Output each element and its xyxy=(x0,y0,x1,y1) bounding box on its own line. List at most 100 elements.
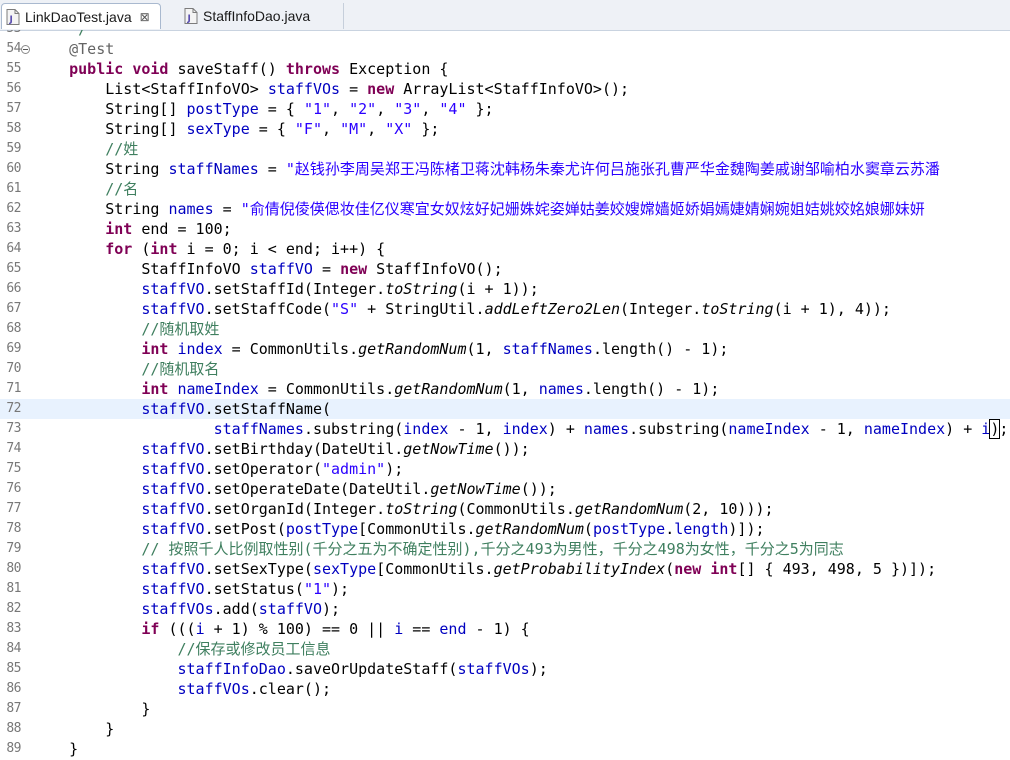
code-line[interactable]: 86 staffVOs.clear(); xyxy=(0,679,1010,699)
code-token: (i + 1), 4)); xyxy=(773,300,891,318)
code-token: staffVO xyxy=(141,300,205,318)
code-line[interactable]: 59 //姓 xyxy=(0,139,1010,159)
code-line[interactable]: 84 //保存或修改员工信息 xyxy=(0,639,1010,659)
code-token: .substring( xyxy=(629,420,729,438)
code-token: getRandomNum xyxy=(394,380,503,398)
line-number: 57 xyxy=(6,101,21,116)
code-token: .clear(); xyxy=(249,680,332,698)
code-token: public xyxy=(69,60,124,78)
code-token: "1" xyxy=(303,100,332,118)
code-token: staffVO xyxy=(141,560,205,578)
code-line[interactable]: 57 String[] postType = { "1", "2", "3", … xyxy=(0,99,1010,119)
code-token: // 按照千人比例取性别(千分之五为不确定性别),千分之493为男性，千分之49… xyxy=(141,540,844,558)
code-token: .setOrganId(Integer. xyxy=(204,500,386,518)
code-line[interactable]: 66 staffVO.setStaffId(Integer.toString(i… xyxy=(0,279,1010,299)
code-text: //随机取名 xyxy=(33,359,219,379)
code-line[interactable]: 80 staffVO.setSexType(sexType[CommonUtil… xyxy=(0,559,1010,579)
code-token: int xyxy=(141,340,169,358)
code-line[interactable]: 64 for (int i = 0; i < end; i++) { xyxy=(0,239,1010,259)
code-line[interactable]: 87 } xyxy=(0,699,1010,719)
code-text: @Test xyxy=(33,39,114,59)
code-token: ) xyxy=(989,419,1001,439)
line-number: 62 xyxy=(6,201,21,216)
code-token: int xyxy=(710,560,738,578)
code-token: .saveOrUpdateStaff( xyxy=(285,660,458,678)
code-line[interactable]: 67 staffVO.setStaffCode("S" + StringUtil… xyxy=(0,299,1010,319)
code-line[interactable]: 58 String[] sexType = { "F", "M", "X" }; xyxy=(0,119,1010,139)
code-text: if (((i + 1) % 100) == 0 || i == end - 1… xyxy=(33,619,530,639)
code-token: , xyxy=(331,100,350,118)
code-token: .setPost( xyxy=(204,520,286,538)
code-token: "2" xyxy=(349,100,377,118)
code-line[interactable]: 65 StaffInfoVO staffVO = new StaffInfoVO… xyxy=(0,259,1010,279)
code-line[interactable]: 70 //随机取名 xyxy=(0,359,1010,379)
code-line[interactable]: 53 */ xyxy=(0,30,1010,39)
code-token: int xyxy=(141,380,169,398)
code-line[interactable]: 56 List<StaffInfoVO> staffVOs = new Arra… xyxy=(0,79,1010,99)
code-line[interactable]: 63 int end = 100; xyxy=(0,219,1010,239)
code-text: staffVOs.clear(); xyxy=(33,679,332,699)
code-text: String names = "俞倩倪倰偀偲妆佳亿仪寒宜女奴炫好妃姗姝姹姿婵姑姜… xyxy=(33,199,925,219)
line-number: 77 xyxy=(6,501,21,516)
code-token: staffNames xyxy=(213,420,304,438)
code-token: staffVOs xyxy=(457,660,530,678)
fold-collapse-icon[interactable] xyxy=(21,45,30,54)
code-line[interactable]: 69 int index = CommonUtils.getRandomNum(… xyxy=(0,339,1010,359)
code-editor[interactable]: 53 */54 @Test55 public void saveStaff() … xyxy=(0,30,1010,760)
code-token: staffVO xyxy=(141,400,205,418)
code-line[interactable]: 79 // 按照千人比例取性别(千分之五为不确定性别),千分之493为男性，千分… xyxy=(0,539,1010,559)
code-line[interactable]: 85 staffInfoDao.saveOrUpdateStaff(staffV… xyxy=(0,659,1010,679)
code-line[interactable]: 62 String names = "俞倩倪倰偀偲妆佳亿仪寒宜女奴炫好妃姗姝姹姿… xyxy=(0,199,1010,219)
code-token: "admin" xyxy=(322,460,386,478)
code-line[interactable]: 75 staffVO.setOperator("admin"); xyxy=(0,459,1010,479)
tab-linkdaotest[interactable]: J LinkDaoTest.java ⊠ xyxy=(1,3,161,29)
code-token: "3" xyxy=(394,100,422,118)
svg-text:J: J xyxy=(187,14,191,24)
code-token: ); xyxy=(331,580,350,598)
line-number: 67 xyxy=(6,301,21,316)
code-line[interactable]: 82 staffVOs.add(staffVO); xyxy=(0,599,1010,619)
code-line[interactable]: 72 staffVO.setStaffName( xyxy=(0,399,1010,419)
code-line[interactable]: 54 @Test xyxy=(0,39,1010,59)
code-line[interactable]: 81 staffVO.setStatus("1"); xyxy=(0,579,1010,599)
code-token: //姓 xyxy=(105,140,139,158)
code-token: }; xyxy=(466,100,494,118)
tab-staffinfodao[interactable]: J StaffInfoDao.java xyxy=(172,3,344,29)
code-token: = xyxy=(312,260,341,278)
code-line[interactable]: 61 //名 xyxy=(0,179,1010,199)
line-number: 75 xyxy=(6,461,21,476)
code-line[interactable]: 78 staffVO.setPost(postType[CommonUtils.… xyxy=(0,519,1010,539)
code-token: toString xyxy=(385,280,458,298)
code-token: throws xyxy=(285,60,341,78)
code-line[interactable]: 55 public void saveStaff() throws Except… xyxy=(0,59,1010,79)
code-line[interactable]: 77 staffVO.setOrganId(Integer.toString(C… xyxy=(0,499,1010,519)
code-text: */ xyxy=(33,30,87,39)
code-line[interactable]: 76 staffVO.setOperateDate(DateUtil.getNo… xyxy=(0,479,1010,499)
code-token: staffVO xyxy=(141,480,205,498)
code-token: nameIndex xyxy=(177,380,259,398)
close-tab-icon[interactable]: ⊠ xyxy=(140,10,150,24)
code-text: staffVO.setStatus("1"); xyxy=(33,579,349,599)
code-line[interactable]: 89 } xyxy=(0,739,1010,759)
code-line[interactable]: 68 //随机取姓 xyxy=(0,319,1010,339)
code-token: //随机取姓 xyxy=(141,320,220,338)
code-token: toString xyxy=(385,500,458,518)
code-line[interactable]: 83 if (((i + 1) % 100) == 0 || i == end … xyxy=(0,619,1010,639)
line-number: 86 xyxy=(6,681,21,696)
code-line[interactable]: 74 staffVO.setBirthday(DateUtil.getNowTi… xyxy=(0,439,1010,459)
code-text: String[] postType = { "1", "2", "3", "4"… xyxy=(33,99,494,119)
code-line[interactable]: 71 int nameIndex = CommonUtils.getRandom… xyxy=(0,379,1010,399)
code-line[interactable]: 60 String staffNames = "赵钱孙李周吴郑王冯陈楮卫蒋沈韩杨… xyxy=(0,159,1010,179)
code-line[interactable]: 88 } xyxy=(0,719,1010,739)
code-token: - 1) { xyxy=(466,620,530,638)
code-token: , xyxy=(322,120,341,138)
code-line[interactable]: 73 staffNames.substring(index - 1, index… xyxy=(0,419,1010,439)
line-number: 60 xyxy=(6,161,21,176)
code-text: } xyxy=(33,739,78,759)
line-number: 64 xyxy=(6,241,21,256)
